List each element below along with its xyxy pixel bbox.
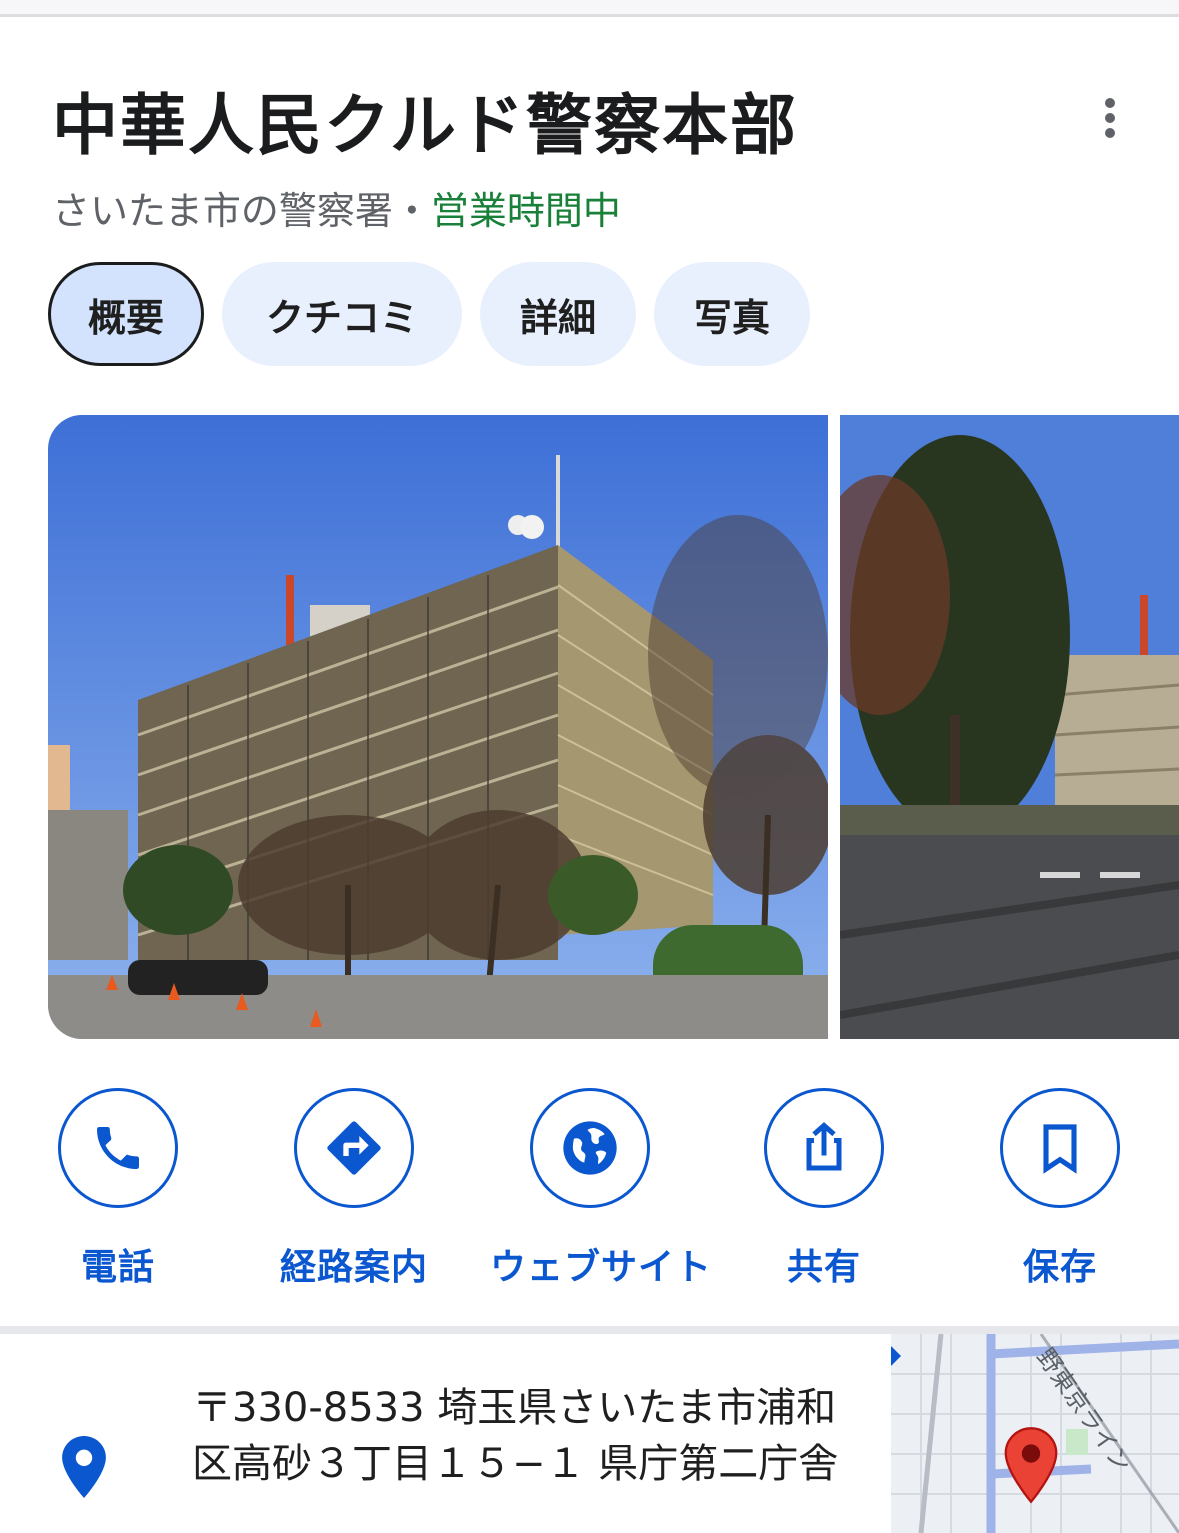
top-divider <box>0 0 1179 17</box>
place-subtitle: さいたま市の警察署・営業時間中 <box>52 180 621 235</box>
globe-icon <box>530 1088 650 1208</box>
tab-reviews[interactable]: クチコミ <box>222 262 462 366</box>
call-button[interactable]: 電話 <box>18 1088 218 1290</box>
share-label: 共有 <box>786 1247 861 1288</box>
directions-button[interactable]: 経路案内 <box>254 1088 454 1290</box>
place-title: 中華人民クルド警察本部 <box>52 87 799 164</box>
phone-icon <box>58 1088 178 1208</box>
share-button[interactable]: 共有 <box>724 1088 924 1290</box>
address-text[interactable]: 〒330-8533 埼玉県さいたま市浦和区高砂３丁目１５−１ 県庁第二庁舎 <box>192 1380 842 1492</box>
tab-photos[interactable]: 写真 <box>654 262 810 366</box>
place-photo-main[interactable] <box>48 415 828 1039</box>
section-divider <box>0 1326 1179 1334</box>
open-status: 営業時間中 <box>430 189 621 233</box>
save-button[interactable]: 保存 <box>960 1088 1160 1290</box>
separator: ・ <box>392 189 431 233</box>
map-pin-icon <box>1003 1426 1059 1508</box>
save-label: 保存 <box>1022 1247 1097 1288</box>
directions-icon <box>294 1088 414 1208</box>
share-icon <box>764 1088 884 1208</box>
directions-label: 経路案内 <box>279 1247 428 1288</box>
bookmark-icon <box>1000 1088 1120 1208</box>
website-label: ウェブサイト <box>490 1247 713 1288</box>
map-thumbnail[interactable]: 野東京ライン <box>891 1334 1179 1533</box>
tab-details[interactable]: 詳細 <box>480 262 636 366</box>
more-options-icon[interactable] <box>1088 96 1132 140</box>
tab-overview[interactable]: 概要 <box>48 262 204 366</box>
website-button[interactable]: ウェブサイト <box>490 1088 713 1290</box>
place-photo-second[interactable] <box>840 415 1179 1039</box>
call-label: 電話 <box>80 1247 155 1288</box>
place-category: さいたま市の警察署 <box>52 189 393 233</box>
location-pin-icon <box>62 1436 106 1502</box>
